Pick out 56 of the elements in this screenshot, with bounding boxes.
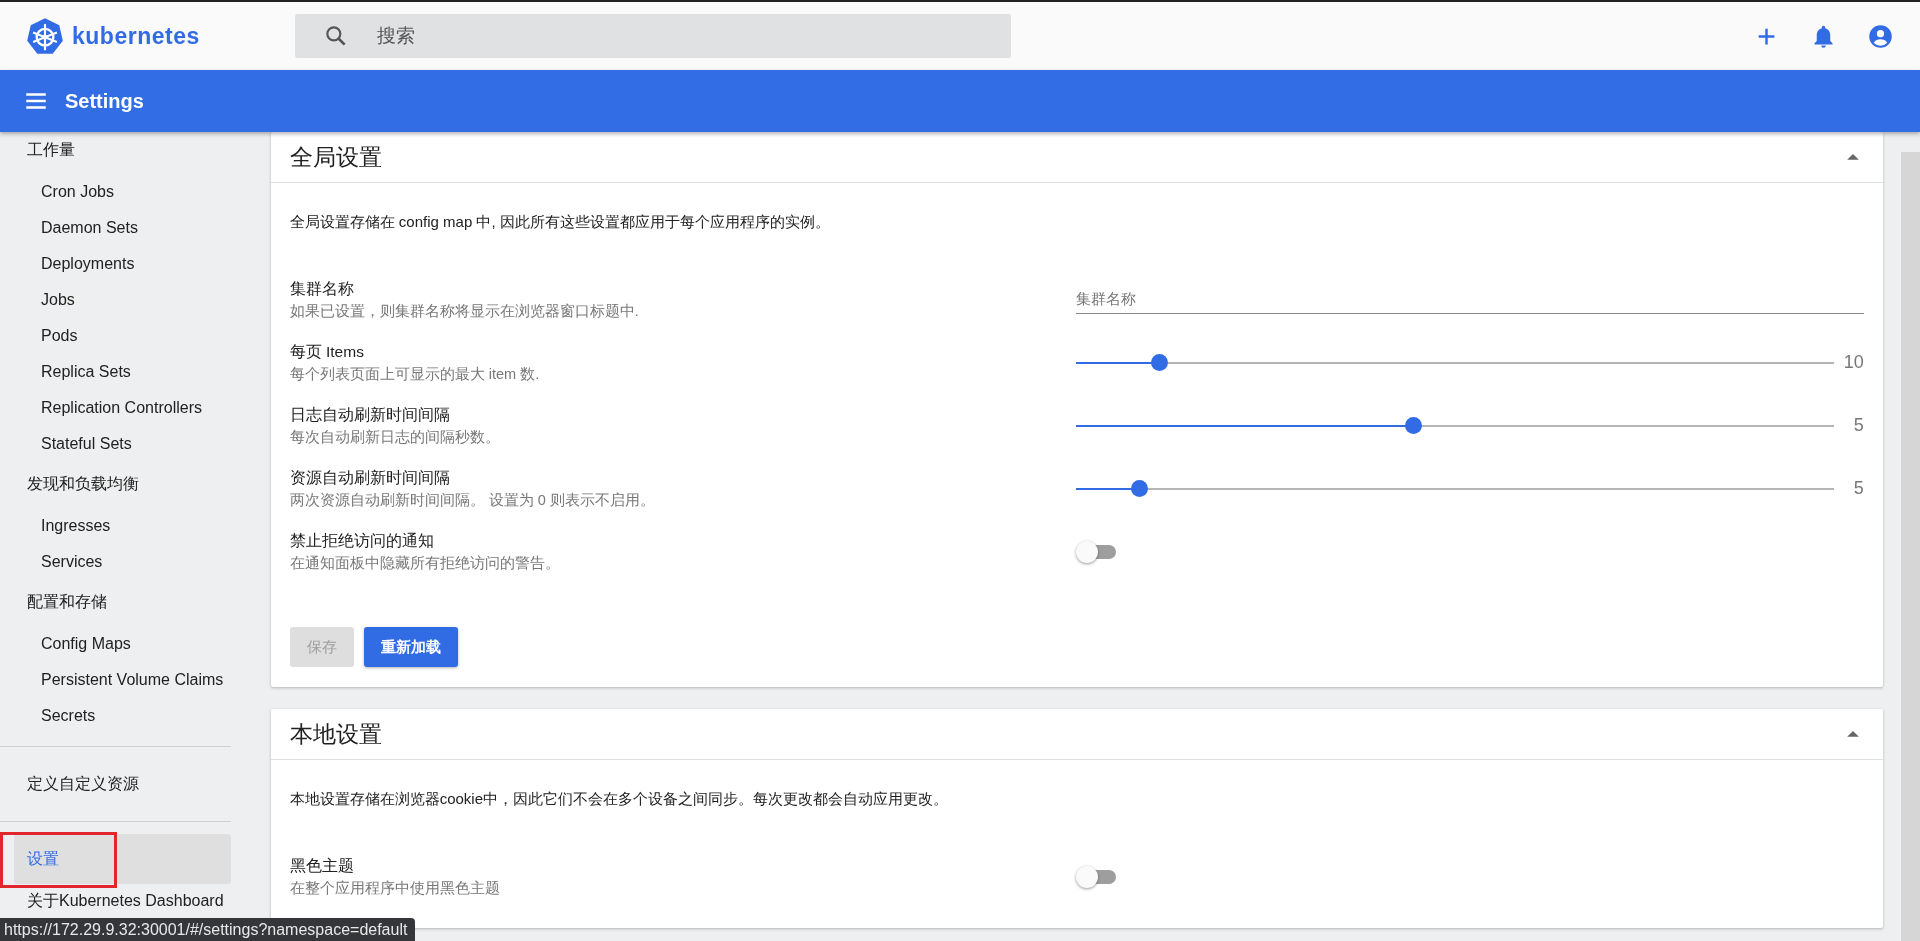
setting-hint: 每个列表页面上可显示的最大 item 数. [289,364,541,384]
nav-item[interactable]: Daemon Sets [0,210,231,246]
setting-hint: 在通知面板中隐藏所有拒绝访问的警告。 [289,553,561,573]
slider[interactable] [1075,417,1834,434]
nav-item[interactable]: Services [0,544,231,580]
caret-icon[interactable] [1846,153,1859,161]
nav-item[interactable]: Ingresses [0,508,231,544]
card-description: 本地设置存储在浏览器cookie中，因此它们不会在多个设备之间同步。每次更改都会自动应用更改。 [289,790,950,809]
slider-value: 5 [1852,415,1864,436]
setting-hint: 每次自动刷新日志的间隔秒数。 [289,427,501,447]
nav-item[interactable]: Replication Controllers [0,390,231,426]
nav-item[interactable]: Cron Jobs [0,174,231,210]
nav-item[interactable]: Persistent Volume Claims [0,662,231,698]
slider-thumb[interactable] [1151,354,1169,371]
nav-item[interactable]: Jobs [0,282,231,318]
setting-hint: 如果已设置，则集群名称将显示在浏览器窗口标题中. [289,301,640,321]
account-icon[interactable] [1867,22,1894,50]
slider-value: 10 [1842,352,1864,373]
toggle-switch[interactable] [1075,540,1116,563]
setting-label: 黑色主题 [289,855,355,876]
card-title: 本地设置 [289,719,382,749]
setting-hint: 在整个应用程序中使用黑色主题 [289,878,501,898]
toggle-switch[interactable] [1075,865,1116,888]
scrollbar[interactable] [1900,152,1920,941]
reload-button[interactable]: 重新加载 [363,627,458,667]
nav-item[interactable]: Replica Sets [0,354,231,390]
page-title: Settings [65,89,144,113]
setting-label: 资源自动刷新时间间隔 [289,467,451,488]
setting-label: 日志自动刷新时间间隔 [289,404,451,425]
nav-section-title[interactable]: 发现和负载均衡 [0,466,231,502]
slider-thumb[interactable] [1130,480,1148,497]
slider[interactable] [1075,354,1834,371]
setting-label: 每页 Items [289,341,365,362]
card-description: 全局设置存储在 config map 中, 因此所有这些设置都应用于每个应用程序的实例。 [289,213,831,232]
slider[interactable] [1075,480,1834,497]
card-title: 全局设置 [289,142,382,172]
helm-wheel-logo-icon [26,17,64,55]
nav-section-title[interactable]: 配置和存储 [0,584,231,620]
logo-text: kubernetes [72,22,200,50]
slider-thumb[interactable] [1405,417,1422,434]
setting-label: 禁止拒绝访问的通知 [289,530,435,551]
status-url: https://172.29.9.32:30001/#/settings?namespace=default [0,918,416,941]
nav-section-title[interactable]: 工作量 [0,132,231,168]
slider-value: 5 [1852,478,1864,499]
search-field[interactable]: 搜索 [295,14,1011,58]
setting-hint: 两次资源自动刷新时间间隔。 设置为 0 则表示不启用。 [289,490,656,510]
nav-item[interactable]: 设置 [14,834,231,884]
nav-item[interactable]: Deployments [0,246,231,282]
nav-item[interactable]: 定义自定义资源 [14,759,231,809]
nav-item[interactable]: Pods [0,318,231,354]
nav-item[interactable]: Stateful Sets [0,426,231,462]
caret-icon[interactable] [1846,730,1859,738]
setting-label: 集群名称 [289,278,355,299]
nav-item[interactable]: 关于Kubernetes Dashboard [14,888,231,914]
nav-item[interactable]: Config Maps [0,626,231,662]
nav-item[interactable]: Secrets [0,698,231,734]
